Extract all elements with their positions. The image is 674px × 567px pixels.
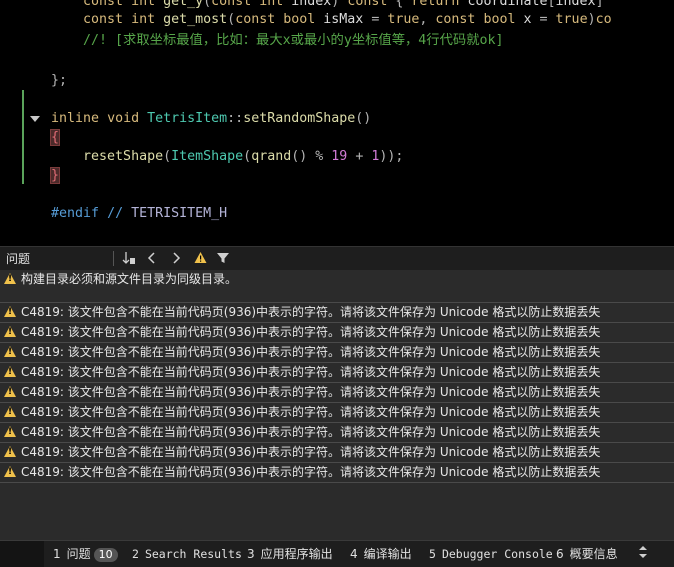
- list-item[interactable]: C4819: 该文件包含不能在当前代码页(936)中表示的字符。请将该文件保存为…: [0, 463, 674, 483]
- list-item[interactable]: 构建目录必须和源文件目录为同级目录。: [0, 270, 674, 289]
- code-line[interactable]: {: [49, 128, 61, 147]
- tabbar-spacer: [0, 541, 44, 567]
- list-item[interactable]: C4819: 该文件包含不能在当前代码页(936)中表示的字符。请将该文件保存为…: [0, 423, 674, 443]
- chevron-left-icon[interactable]: [145, 251, 159, 266]
- tab-problems[interactable]: 1 问题 10: [53, 545, 118, 563]
- warning-icon: [4, 426, 16, 437]
- list-item[interactable]: C4819: 该文件包含不能在当前代码页(936)中表示的字符。请将该文件保存为…: [0, 303, 674, 323]
- warning-icon: [4, 366, 16, 377]
- tab-compile-output[interactable]: 4 编译输出: [350, 545, 412, 563]
- scroll-tabs-icon[interactable]: [638, 545, 648, 564]
- warning-icon: [4, 446, 16, 457]
- tab-application-output[interactable]: 3 应用程序输出: [247, 545, 333, 563]
- code-line-function-signature[interactable]: inline void TetrisItem::setRandomShape(): [51, 109, 371, 128]
- warning-icon: [4, 326, 16, 337]
- list-item[interactable]: C4819: 该文件包含不能在当前代码页(936)中表示的字符。请将该文件保存为…: [0, 343, 674, 363]
- filter-icon[interactable]: [215, 251, 231, 266]
- code-line[interactable]: }: [49, 166, 61, 185]
- problems-list[interactable]: 构建目录必须和源文件目录为同级目录。 C4819: 该文件包含不能在当前代码页(…: [0, 270, 674, 540]
- warning-icon: [4, 406, 16, 417]
- warning-icon: [4, 306, 16, 317]
- warning-icon: [4, 346, 16, 357]
- warning-filter-icon[interactable]: [193, 251, 207, 266]
- warning-icon: [4, 466, 16, 477]
- code-line-comment[interactable]: //! [求取坐标最值，比如：最大x或最小的y坐标值等，4行代码就ok]: [51, 31, 503, 50]
- fold-arrow-icon[interactable]: [30, 116, 40, 122]
- tab-search-results[interactable]: 2 Search Results: [132, 545, 242, 563]
- list-item[interactable]: C4819: 该文件包含不能在当前代码页(936)中表示的字符。请将该文件保存为…: [0, 403, 674, 423]
- count-badge: 10: [93, 548, 118, 562]
- warning-icon: [4, 386, 16, 397]
- code-line[interactable]: resetShape(ItemShape(qrand() % 19 + 1));: [51, 147, 403, 166]
- code-line-preprocessor[interactable]: #endif // TETRISITEM_H: [51, 204, 227, 223]
- code-line[interactable]: };: [51, 71, 67, 90]
- tab-general-messages[interactable]: 6 概要信息: [556, 545, 618, 563]
- code-line[interactable]: const int get_most(const bool isMax = tr…: [51, 10, 612, 29]
- tab-debugger-console[interactable]: 5 Debugger Console: [429, 545, 553, 563]
- change-marker: [22, 90, 24, 184]
- output-pane-tabbar: 1 问题 10 2 Search Results 3 应用程序输出 4 编译输出 5 Deb…: [0, 540, 674, 567]
- chevron-right-icon[interactable]: [169, 251, 183, 266]
- toolbar-separator: [113, 251, 114, 266]
- list-item[interactable]: C4819: 该文件包含不能在当前代码页(936)中表示的字符。请将该文件保存为…: [0, 363, 674, 383]
- panel-title: 问题: [6, 252, 31, 266]
- list-item[interactable]: C4819: 该文件包含不能在当前代码页(936)中表示的字符。请将该文件保存为…: [0, 443, 674, 463]
- problems-panel-header: 问题: [0, 246, 674, 270]
- warning-icon: [4, 273, 16, 284]
- code-editor[interactable]: const int get_y(const int index) const {…: [0, 0, 674, 246]
- list-item[interactable]: C4819: 该文件包含不能在当前代码页(936)中表示的字符。请将该文件保存为…: [0, 383, 674, 403]
- sort-icon[interactable]: [121, 251, 137, 266]
- list-item[interactable]: C4819: 该文件包含不能在当前代码页(936)中表示的字符。请将该文件保存为…: [0, 323, 674, 343]
